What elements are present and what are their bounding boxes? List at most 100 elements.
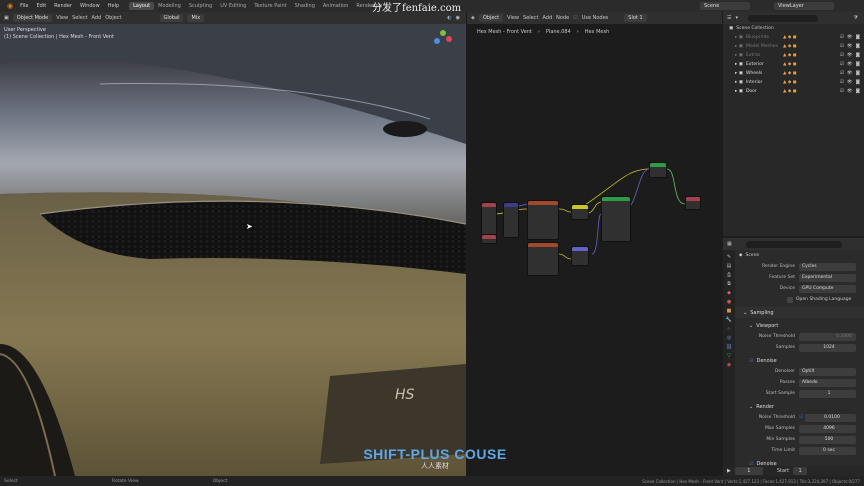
node-bsdf[interactable] [601,196,631,242]
noise-threshold-r-field[interactable]: 0.0100 [805,413,856,422]
denoiser-dropdown[interactable]: OptiX [799,367,856,376]
frame-start-field[interactable]: 1 [793,467,808,475]
snap-mix[interactable]: Mix [187,14,205,22]
render-camera-icon[interactable]: ◙ [856,80,864,85]
node-editor-type-icon[interactable]: ◈ [471,15,475,21]
render-engine-dropdown[interactable]: Cycles [799,262,856,271]
node-mix-shader[interactable] [649,162,667,178]
tab-texture-paint[interactable]: Texture Paint [250,2,290,10]
tab-modeling[interactable]: Modeling [154,2,185,10]
material-tab-icon[interactable]: ◉ [727,362,731,368]
axis-y-icon[interactable] [440,30,446,36]
node-menu-select[interactable]: Select [523,15,538,21]
node-menu-node[interactable]: Node [556,15,569,21]
node-menu-view[interactable]: View [507,15,519,21]
exclude-checkbox[interactable]: ☑ [840,62,844,67]
denoise-subsection[interactable]: ☑ Denoise [735,355,864,366]
exclude-checkbox[interactable]: ☑ [840,80,844,85]
tab-sculpting[interactable]: Sculpting [185,2,216,10]
viewport-menu-add[interactable]: Add [92,15,102,21]
visibility-eye-icon[interactable]: 👁 [847,53,853,58]
scene-tab-icon[interactable]: ◆ [727,290,731,296]
scene-selector[interactable]: Scene [700,2,750,10]
filter-icon[interactable]: ▾ [735,15,738,21]
constraints-tab-icon[interactable]: ⛓ [726,344,732,350]
view-layer-tab-icon[interactable]: ⧉ [727,281,731,287]
tab-animation[interactable]: Animation [319,2,353,10]
node-voronoi[interactable] [503,202,519,238]
visibility-eye-icon[interactable]: 👁 [847,89,853,94]
play-icon[interactable]: ▶ [727,468,731,474]
navigation-gizmo[interactable] [430,28,456,48]
node-output[interactable] [685,196,701,210]
exclude-checkbox[interactable]: ☑ [840,71,844,76]
shading-solid-icon[interactable]: ◐ [447,15,451,21]
outliner-row[interactable]: ▸ ▣ Exterior ▲ ◆ ◼ ☑ 👁 ◙ [723,60,864,69]
render-camera-icon[interactable]: ◙ [856,71,864,76]
visibility-eye-icon[interactable]: 👁 [847,44,853,49]
modifier-tab-icon[interactable]: 🔧 [726,317,732,323]
3d-viewport[interactable]: HS User Perspective (1) Scene Collection… [0,24,466,476]
time-limit-field[interactable]: 0 sec [799,446,856,455]
menu-file[interactable]: File [16,3,32,9]
outliner-row[interactable]: ▸ ▣ Blueprints ▲ ◆ ◼ ☑ 👁 ◙ [723,33,864,42]
visibility-eye-icon[interactable]: 👁 [847,80,853,85]
render-tab-icon[interactable]: ▤ [727,263,732,269]
editor-type-icon[interactable]: ▣ [4,15,9,21]
samples-vp-field[interactable]: 1024 [799,343,856,352]
menu-edit[interactable]: Edit [32,3,50,9]
viewport-menu-select[interactable]: Select [72,15,87,21]
exclude-checkbox[interactable]: ☑ [840,89,844,94]
node-mix[interactable] [571,204,589,220]
scene-collection-row[interactable]: ▣ Scene Collection [723,24,864,33]
transform-orientation[interactable]: Global [159,14,184,22]
device-dropdown[interactable]: GPU Compute [799,284,856,293]
blender-logo-icon[interactable]: ◉ [4,2,16,10]
outliner-row[interactable]: ▸ ▣ Model Meshes ▲ ◆ ◼ ☑ 👁 ◙ [723,42,864,51]
sampling-section[interactable]: ⌄ Sampling [735,307,864,318]
start-sample-field[interactable]: 1 [799,389,856,398]
exclude-checkbox[interactable]: ☑ [840,53,844,58]
shading-rendered-icon[interactable]: ◉ [456,15,466,21]
viewport-menu-view[interactable]: View [56,15,68,21]
tool-tab-icon[interactable]: ✎ [727,254,731,260]
visibility-eye-icon[interactable]: 👁 [847,71,853,76]
viewlayer-selector[interactable]: ViewLayer [774,2,834,10]
tab-shading[interactable]: Shading [291,2,319,10]
slot-selector[interactable]: Slot 1 [624,14,647,22]
tab-uv-editing[interactable]: UV Editing [216,2,250,10]
node-colorramp-1[interactable] [527,200,559,240]
outliner-type-icon[interactable]: ☰ [727,15,731,21]
physics-tab-icon[interactable]: ◎ [727,335,731,341]
axis-z-icon[interactable] [434,38,440,44]
world-tab-icon[interactable]: ● [727,299,731,305]
outliner-row[interactable]: ▸ ▣ Interior ▲ ◆ ◼ ☑ 👁 ◙ [723,78,864,87]
node-menu-add[interactable]: Add [542,15,552,21]
axis-x-icon[interactable] [446,36,452,42]
current-frame-field[interactable]: 1 [734,467,763,475]
node-type-selector[interactable]: Object [478,14,504,22]
render-camera-icon[interactable]: ◙ [856,35,864,40]
node-colorramp-2[interactable] [527,242,559,276]
menu-render[interactable]: Render [50,3,76,9]
visibility-eye-icon[interactable]: 👁 [847,35,853,40]
outliner-search[interactable] [748,14,818,22]
menu-help[interactable]: Help [104,3,123,9]
visibility-eye-icon[interactable]: 👁 [847,62,853,67]
min-samples-field[interactable]: 500 [799,435,856,444]
max-samples-field[interactable]: 4096 [799,424,856,433]
outliner-filter-icon[interactable]: ⧩ [854,15,864,21]
outliner-row[interactable]: ▸ ▣ Door ▲ ◆ ◼ ☑ 👁 ◙ [723,87,864,96]
node-mapping[interactable] [481,234,497,244]
outliner-row[interactable]: ▸ ▣ Extras ▲ ◆ ◼ ☑ 👁 ◙ [723,51,864,60]
properties-search[interactable] [745,240,842,248]
osl-checkbox[interactable] [787,296,793,303]
passes-dropdown[interactable]: Albedo [799,378,856,387]
noise-threshold-vp-field[interactable]: 0.1000 [799,332,856,341]
mode-selector[interactable]: Object Mode [12,14,53,22]
output-tab-icon[interactable]: ⎙ [727,272,731,278]
properties-type-icon[interactable]: ▦ [727,241,732,247]
particles-tab-icon[interactable]: ⁘ [727,326,731,332]
node-editor[interactable]: Hex Mesh - Front Vent › Plane.084 › Hex … [467,24,722,476]
feature-set-dropdown[interactable]: Experimental [799,273,856,282]
